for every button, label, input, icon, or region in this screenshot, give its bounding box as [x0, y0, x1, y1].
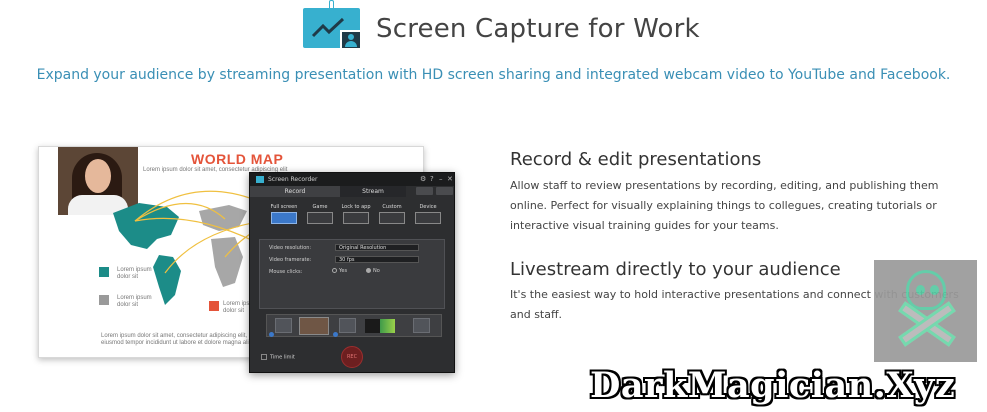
feature-heading-record: Record & edit presentations — [510, 149, 762, 170]
presenter-avatar-icon — [340, 30, 362, 50]
legend-item-2: Lorem ipsum dolor sit — [117, 295, 152, 308]
audio-level-meter — [365, 319, 395, 333]
mouse-clicks-no-radio[interactable]: No — [366, 268, 380, 274]
input-sources-strip — [266, 314, 442, 337]
page: Screen Capture for Work Expand your audi… — [0, 0, 987, 412]
mode-lock-to-app[interactable]: Lock to app — [340, 204, 372, 224]
tab-record[interactable]: Record — [250, 186, 340, 197]
legend-item-1: Lorem ipsum dolor sit — [117, 267, 152, 280]
settings-gear-icon[interactable]: ⚙ — [420, 175, 426, 184]
page-title: Screen Capture for Work — [376, 14, 700, 44]
video-framerate-label: Video framerate: — [269, 257, 312, 263]
audio-settings-icon[interactable] — [413, 318, 430, 333]
help-icon[interactable]: ? — [430, 175, 434, 184]
rec-button[interactable]: REC — [341, 346, 363, 368]
watermark-text: DarkMagician.Xyz — [590, 365, 956, 406]
minimize-icon[interactable]: – — [439, 175, 443, 184]
video-framerate-select[interactable]: 30 fps — [335, 256, 419, 263]
mode-custom[interactable]: Custom — [376, 204, 408, 224]
presentation-chart-icon — [303, 0, 362, 50]
webcam-source-thumbnail[interactable] — [299, 317, 329, 335]
page-subtitle: Expand your audience by streaming presen… — [36, 67, 951, 83]
skull-crossbones-icon — [874, 260, 977, 362]
mode-game[interactable]: Game — [304, 204, 336, 224]
time-limit-checkbox[interactable]: Time limit — [261, 354, 295, 361]
slide-footer-text: Lorem ipsum dolor sit amet, consectetur … — [101, 333, 267, 346]
feature-text-record: Allow staff to review presentations by r… — [510, 179, 939, 232]
display-icon[interactable] — [436, 187, 453, 195]
mode-device[interactable]: Device — [412, 204, 444, 224]
recording-settings-panel: Video resolution: Original Resolution Vi… — [259, 239, 445, 309]
feature-heading-livestream: Livestream directly to your audience — [510, 259, 841, 280]
close-icon[interactable]: ✕ — [447, 175, 453, 184]
microphone-icon[interactable] — [339, 318, 356, 333]
video-resolution-select[interactable]: Original Resolution — [335, 244, 419, 251]
screen-source-icon[interactable] — [275, 318, 292, 333]
mouse-clicks-yes-radio[interactable]: Yes — [332, 268, 347, 274]
swap-icon[interactable] — [416, 187, 433, 195]
mouse-clicks-label: Mouse clicks: — [269, 269, 303, 275]
tab-stream[interactable]: Stream — [340, 186, 406, 197]
screen-recorder-window: Screen Recorder ⚙ ? – ✕ Record Stream Fu… — [249, 172, 455, 373]
mode-full-screen[interactable]: Full screen — [268, 204, 300, 224]
video-resolution-label: Video resolution: — [269, 245, 312, 251]
recorder-app-icon — [256, 176, 264, 183]
